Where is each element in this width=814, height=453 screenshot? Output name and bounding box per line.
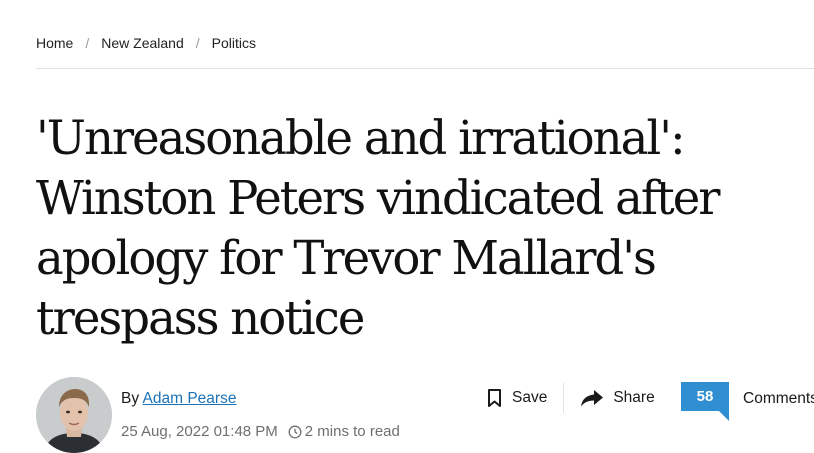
comment-count-badge[interactable]: 58 bbox=[681, 382, 729, 411]
read-time: 2 mins to read bbox=[304, 423, 400, 440]
publish-date: 25 Aug, 2022 01:48 PM bbox=[121, 423, 278, 440]
share-label: Share bbox=[613, 389, 655, 406]
breadcrumb-divider bbox=[36, 68, 814, 69]
breadcrumb-separator: / bbox=[195, 35, 200, 51]
breadcrumb-politics[interactable]: Politics bbox=[212, 35, 256, 51]
bookmark-icon bbox=[488, 389, 501, 407]
breadcrumb: Home / New Zealand / Politics bbox=[36, 33, 814, 53]
clock-icon bbox=[288, 425, 302, 438]
breadcrumb-separator: / bbox=[85, 35, 90, 51]
share-arrow-icon bbox=[581, 390, 604, 407]
save-button[interactable]: Save bbox=[486, 388, 547, 408]
byline-prefix: By bbox=[121, 390, 140, 407]
breadcrumb-new-zealand[interactable]: New Zealand bbox=[101, 35, 184, 51]
comments-link[interactable]: Comments bbox=[743, 390, 814, 408]
author-photo bbox=[36, 377, 112, 453]
article-meta: 25 Aug, 2022 01:48 PM 2 mins to read bbox=[121, 423, 400, 440]
action-divider bbox=[563, 383, 565, 413]
article-actions: Save Share bbox=[486, 383, 655, 413]
article-headline: 'Unreasonable and irrational': Winston P… bbox=[36, 111, 720, 345]
breadcrumb-home[interactable]: Home bbox=[36, 35, 73, 51]
save-label: Save bbox=[512, 389, 548, 406]
author-avatar[interactable] bbox=[36, 377, 112, 453]
comment-badge-tail bbox=[719, 411, 729, 421]
share-button[interactable]: Share bbox=[580, 388, 655, 408]
author-link[interactable]: Adam Pearse bbox=[143, 390, 237, 407]
byline: By Adam Pearse bbox=[121, 390, 236, 408]
